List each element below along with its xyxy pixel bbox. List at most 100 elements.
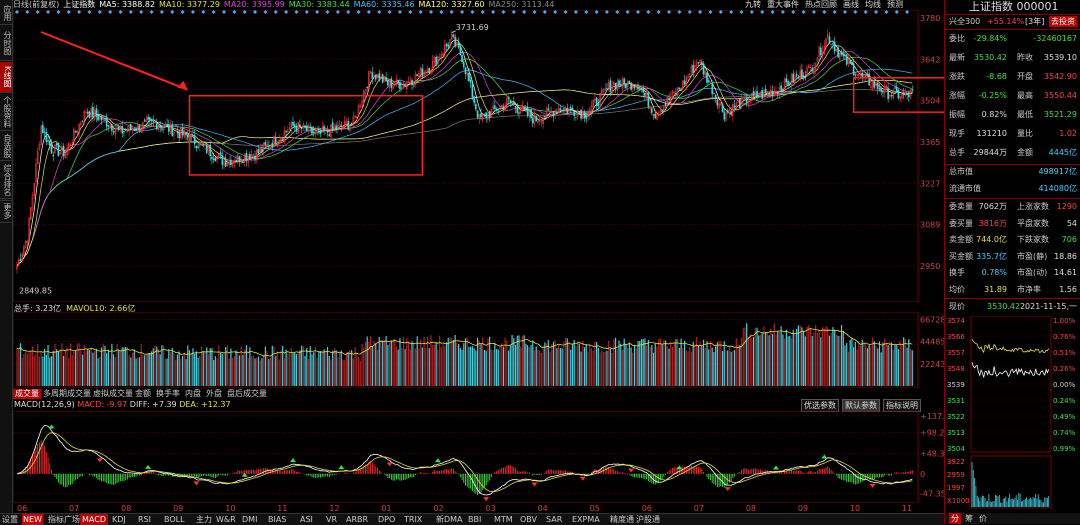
volume-bar <box>426 336 429 386</box>
diamond-marker <box>366 10 371 14</box>
indicator-tab[interactable]: BOLL <box>164 514 185 525</box>
volume-bar <box>211 348 213 386</box>
volume-bar <box>40 351 42 386</box>
indicator-tab[interactable]: DPO <box>378 514 395 525</box>
vol-tab-volume[interactable]: 成交量 <box>13 389 41 399</box>
indicator-tab[interactable]: MTM <box>494 514 513 525</box>
vol-tab-afterhours[interactable]: 盘后成交量 <box>227 389 267 399</box>
volume-bar <box>899 340 901 386</box>
period-label[interactable]: 日线(前复权) <box>13 0 59 9</box>
indicator-tab[interactable]: 主力 <box>196 514 212 525</box>
volume-bar <box>606 350 608 386</box>
volume-bar <box>152 348 154 386</box>
invest-button[interactable]: 去投资 <box>1049 16 1077 27</box>
link-forecast[interactable]: 预测 <box>887 0 903 9</box>
mini-tab-price[interactable]: 价 <box>979 513 987 523</box>
indicator-tab[interactable]: SAR <box>546 514 562 525</box>
volume-bar <box>44 348 46 386</box>
volume-bar <box>147 354 149 386</box>
indicator-tab[interactable]: OBV <box>520 514 537 525</box>
volume-bar <box>735 338 737 386</box>
indicator-tab[interactable]: 新DMA <box>436 514 463 525</box>
link-draw[interactable]: 画线 <box>843 0 859 9</box>
indicator-tab[interactable]: W&R <box>216 514 236 525</box>
indicator-tab[interactable]: BBI <box>468 514 481 525</box>
link-jiuzhuan[interactable]: 九转 <box>745 0 761 9</box>
volume-bar <box>815 324 817 386</box>
candle-body <box>531 117 534 124</box>
diamond-marker <box>884 10 889 14</box>
volume-bar <box>856 349 858 386</box>
left-tab-more[interactable]: 更多 <box>0 200 12 223</box>
candle-body <box>609 80 612 92</box>
link-hotspot[interactable]: 热点回顾 <box>805 0 837 9</box>
volume-bar <box>383 339 386 386</box>
candle-body <box>306 125 308 132</box>
quote-value2: 1.02 <box>1059 129 1077 138</box>
indicator-tab[interactable]: 精度通 <box>610 514 634 525</box>
mini-pct-label: 0.51% <box>1053 349 1076 357</box>
volume-bar <box>100 347 103 386</box>
indicator-tab[interactable]: 指标广场 <box>48 514 80 525</box>
link-events[interactable]: 重大事件 <box>767 0 799 9</box>
left-tab-watchlist[interactable]: 自选股 <box>0 132 12 161</box>
left-tab-profile[interactable]: 个股资料 <box>0 94 12 131</box>
left-tab-kline[interactable]: K线图 <box>0 62 12 93</box>
volume-chart[interactable]: 66728 44485 22243 <box>13 312 944 388</box>
vol-tab-inner[interactable]: 内盘 <box>185 389 201 399</box>
ma5-label: MA5: 3388.82 <box>99 0 156 9</box>
candle-body <box>761 90 763 99</box>
left-tab-timeshare[interactable]: 分时图 <box>0 26 12 61</box>
indicator-tab[interactable]: DMI <box>242 514 257 525</box>
volume-bar <box>394 338 396 386</box>
indicator-tab[interactable]: BIAS <box>268 514 286 525</box>
indicator-tab[interactable]: 设置 <box>2 514 18 525</box>
indicator-tab[interactable]: 沪股通 <box>636 514 660 525</box>
volume-bar <box>461 349 463 386</box>
vol-tab-outer[interactable]: 外盘 <box>206 389 222 399</box>
left-tab-app[interactable]: 应用 <box>0 2 12 25</box>
volume-bar <box>809 327 812 386</box>
indicator-tab[interactable]: RSI <box>138 514 151 525</box>
indicator-tab[interactable]: ARBR <box>346 514 368 525</box>
macd-chart[interactable]: +137.9 +98.29 +48.35 0 -47.35 <box>13 411 944 503</box>
diamond-marker <box>180 10 185 14</box>
left-tab-ranking[interactable]: 综合排名 <box>0 162 12 199</box>
candle-body <box>485 112 488 119</box>
diamond-marker <box>15 10 19 14</box>
candle-body <box>852 63 855 76</box>
ma120-label: MA120: 3327.60 <box>418 0 485 9</box>
quote-value2: 3539.10 <box>1043 53 1077 62</box>
vol-tab-amount[interactable]: 金额 <box>135 389 151 399</box>
float-row: 流通市值 414080亿 <box>947 182 1079 195</box>
indicator-tab[interactable]: KDJ <box>112 514 126 525</box>
volume-bar <box>563 341 565 386</box>
indicator-tab[interactable]: VR <box>326 514 337 525</box>
volume-tabs: 成交量 多周期成交量 虚拟成交量 金额 换手率 内盘 外盘 盘后成交量 <box>13 389 944 399</box>
volume-bar <box>789 335 791 386</box>
vol-tab-turnover[interactable]: 换手率 <box>156 389 180 399</box>
indicator-tab[interactable]: TRIX <box>404 514 422 525</box>
indicator-tab[interactable]: MACD <box>80 514 108 525</box>
vol-tab-multi[interactable]: 多周期成交量 <box>43 389 91 399</box>
indicator-tab[interactable]: NEW <box>22 514 43 525</box>
candle-body <box>618 80 620 86</box>
month-label: 01 <box>381 504 391 513</box>
indicator-tab[interactable]: ASI <box>300 514 313 525</box>
volume-bar <box>59 349 61 386</box>
diamond-marker <box>625 10 630 14</box>
mini-tab-minute[interactable]: 分 <box>949 513 961 524</box>
link-ma[interactable]: 均线 <box>865 0 881 9</box>
indicator-tab[interactable]: EXPMA <box>572 514 600 525</box>
month-label: 06 <box>17 504 27 513</box>
mini-timeshare-chart[interactable]: 3574 1.00% 3566 0.76% 3557 0.51% 3548 0.26% 3539… <box>945 316 1080 512</box>
volume-bar <box>207 354 210 386</box>
vol-tab-virtual[interactable]: 虚拟成交量 <box>93 389 133 399</box>
volume-bar <box>549 351 551 386</box>
volume-bar <box>583 347 586 386</box>
candle-body <box>661 110 663 113</box>
volume-bar <box>518 335 520 386</box>
mini-tab-chips[interactable]: 筹 <box>965 513 973 523</box>
volume-bar <box>847 351 850 386</box>
kline-chart[interactable]: 3780 3642 3504 3365 3227 3089 2950 3731.69 2849.… <box>13 10 944 302</box>
